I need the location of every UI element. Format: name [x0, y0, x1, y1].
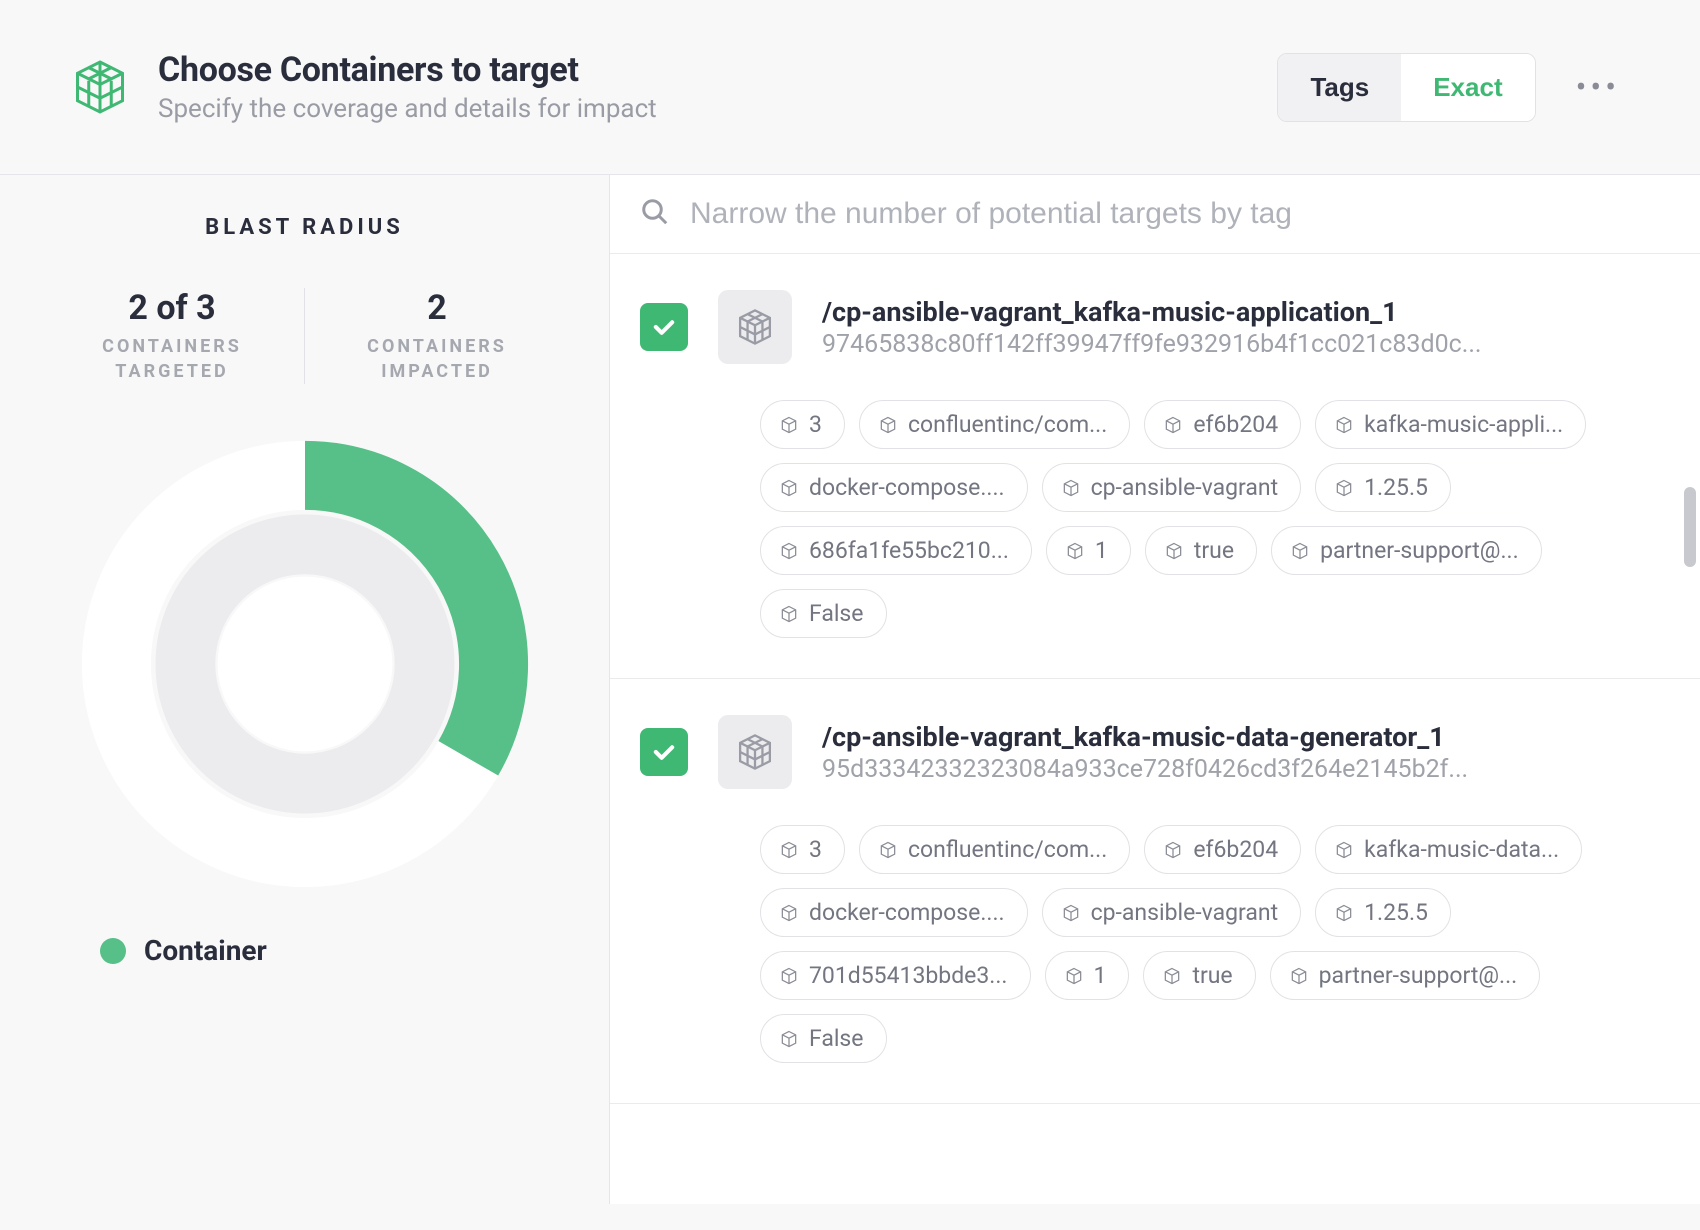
tag-label: ef6b204	[1193, 836, 1278, 863]
legend-dot-container	[100, 938, 126, 964]
tab-exact[interactable]: Exact	[1401, 54, 1534, 121]
tag-chip[interactable]: partner-support@...	[1271, 526, 1542, 575]
result-text: /cp-ansible-vagrant_kafka-music-data-gen…	[822, 721, 1670, 784]
blast-radius-stats: 2 of 3 CONTAINERS TARGETED 2 CONTAINERS …	[40, 288, 569, 384]
stat-targeted-label: CONTAINERS TARGETED	[40, 334, 304, 384]
tag-label: 1	[1094, 962, 1107, 989]
tag-chip[interactable]: confluentinc/com...	[859, 400, 1130, 449]
result-hash: 97465838c80ff142ff39947ff9fe932916b4f1cc…	[822, 330, 1670, 359]
tag-label: partner-support@...	[1320, 537, 1519, 564]
checkbox[interactable]	[640, 303, 688, 351]
result-title: /cp-ansible-vagrant_kafka-music-data-gen…	[822, 721, 1670, 753]
tag-chip[interactable]: 3	[760, 400, 845, 449]
checkbox[interactable]	[640, 728, 688, 776]
scrollbar-thumb[interactable]	[1684, 487, 1696, 567]
tag-label: ef6b204	[1193, 411, 1278, 438]
blast-radius-heading: BLAST RADIUS	[40, 215, 569, 240]
tag-chip[interactable]: docker-compose....	[760, 463, 1028, 512]
tag-label: docker-compose....	[809, 899, 1005, 926]
result-text: /cp-ansible-vagrant_kafka-music-applicat…	[822, 296, 1670, 359]
tag-chip[interactable]: partner-support@...	[1270, 951, 1541, 1000]
tag-label: cp-ansible-vagrant	[1091, 899, 1279, 926]
search-icon	[640, 197, 670, 231]
container-icon	[718, 290, 792, 364]
tag-label: 1.25.5	[1364, 899, 1428, 926]
stat-impacted: 2 CONTAINERS IMPACTED	[304, 288, 569, 384]
tag-chip[interactable]: confluentinc/com...	[859, 825, 1130, 874]
stat-targeted: 2 of 3 CONTAINERS TARGETED	[40, 288, 304, 384]
tag-chip[interactable]: ef6b204	[1144, 825, 1301, 874]
tag-label: 1	[1095, 537, 1108, 564]
container-icon	[718, 715, 792, 789]
search-row	[610, 175, 1700, 253]
tag-label: partner-support@...	[1319, 962, 1518, 989]
tag-label: 686fa1fe55bc210...	[809, 537, 1009, 564]
tag-label: confluentinc/com...	[908, 411, 1107, 438]
results-list: /cp-ansible-vagrant_kafka-music-applicat…	[610, 253, 1700, 1204]
body: BLAST RADIUS 2 of 3 CONTAINERS TARGETED …	[0, 174, 1700, 1204]
results-panel: /cp-ansible-vagrant_kafka-music-applicat…	[610, 175, 1700, 1204]
result-card: /cp-ansible-vagrant_kafka-music-applicat…	[610, 254, 1700, 679]
stat-impacted-value: 2	[305, 288, 569, 328]
chart-legend: Container	[40, 934, 569, 967]
tag-label: docker-compose....	[809, 474, 1005, 501]
tag-chip[interactable]: False	[760, 589, 887, 638]
tag-chip[interactable]: true	[1145, 526, 1257, 575]
result-card: /cp-ansible-vagrant_kafka-music-data-gen…	[610, 679, 1700, 1104]
tag-chip[interactable]: 1.25.5	[1315, 888, 1451, 937]
legend-label-container: Container	[144, 934, 267, 967]
search-input[interactable]	[690, 197, 1670, 231]
more-menu-button[interactable]: •••	[1566, 58, 1630, 116]
result-header: /cp-ansible-vagrant_kafka-music-applicat…	[640, 290, 1670, 364]
page-title: Choose Containers to target	[158, 50, 1249, 90]
tag-label: true	[1194, 537, 1234, 564]
donut-chart	[40, 434, 569, 894]
mode-toggle: Tags Exact	[1277, 53, 1535, 122]
page-header: Choose Containers to target Specify the …	[0, 0, 1700, 174]
page-subtitle: Specify the coverage and details for imp…	[158, 94, 1249, 124]
tag-label: 701d55413bbde3...	[809, 962, 1008, 989]
tag-chip[interactable]: 701d55413bbde3...	[760, 951, 1031, 1000]
header-text: Choose Containers to target Specify the …	[158, 50, 1249, 124]
cube-icon	[70, 57, 130, 117]
tag-label: kafka-music-appli...	[1364, 411, 1563, 438]
tag-list: 3 confluentinc/com... ef6b204 kafka-music-a…	[760, 400, 1670, 638]
tag-label: 1.25.5	[1364, 474, 1428, 501]
tag-chip[interactable]: ef6b204	[1144, 400, 1301, 449]
tag-label: cp-ansible-vagrant	[1091, 474, 1279, 501]
tag-label: 3	[809, 836, 822, 863]
tag-chip[interactable]: kafka-music-data...	[1315, 825, 1582, 874]
tag-label: confluentinc/com...	[908, 836, 1107, 863]
tag-chip[interactable]: 1	[1046, 526, 1131, 575]
tag-label: False	[809, 600, 864, 627]
tag-chip[interactable]: true	[1143, 951, 1255, 1000]
tab-tags[interactable]: Tags	[1278, 54, 1401, 121]
tag-chip[interactable]: docker-compose....	[760, 888, 1028, 937]
tag-chip[interactable]: 1.25.5	[1315, 463, 1451, 512]
result-hash: 95d33342332323084a933ce728f0426cd3f264e2…	[822, 755, 1670, 784]
tag-label: true	[1192, 962, 1232, 989]
blast-radius-panel: BLAST RADIUS 2 of 3 CONTAINERS TARGETED …	[0, 175, 610, 1204]
result-title: /cp-ansible-vagrant_kafka-music-applicat…	[822, 296, 1670, 328]
stat-targeted-value: 2 of 3	[40, 288, 304, 328]
tag-chip[interactable]: 686fa1fe55bc210...	[760, 526, 1032, 575]
tag-chip[interactable]: False	[760, 1014, 887, 1063]
tag-chip[interactable]: kafka-music-appli...	[1315, 400, 1586, 449]
tag-label: kafka-music-data...	[1364, 836, 1559, 863]
tag-list: 3 confluentinc/com... ef6b204 kafka-music-d…	[760, 825, 1670, 1063]
tag-chip[interactable]: 3	[760, 825, 845, 874]
tag-label: False	[809, 1025, 864, 1052]
stat-impacted-label: CONTAINERS IMPACTED	[305, 334, 569, 384]
tag-label: 3	[809, 411, 822, 438]
tag-chip[interactable]: cp-ansible-vagrant	[1042, 463, 1302, 512]
result-header: /cp-ansible-vagrant_kafka-music-data-gen…	[640, 715, 1670, 789]
tag-chip[interactable]: cp-ansible-vagrant	[1042, 888, 1302, 937]
header-controls: Tags Exact •••	[1277, 53, 1630, 122]
tag-chip[interactable]: 1	[1045, 951, 1130, 1000]
